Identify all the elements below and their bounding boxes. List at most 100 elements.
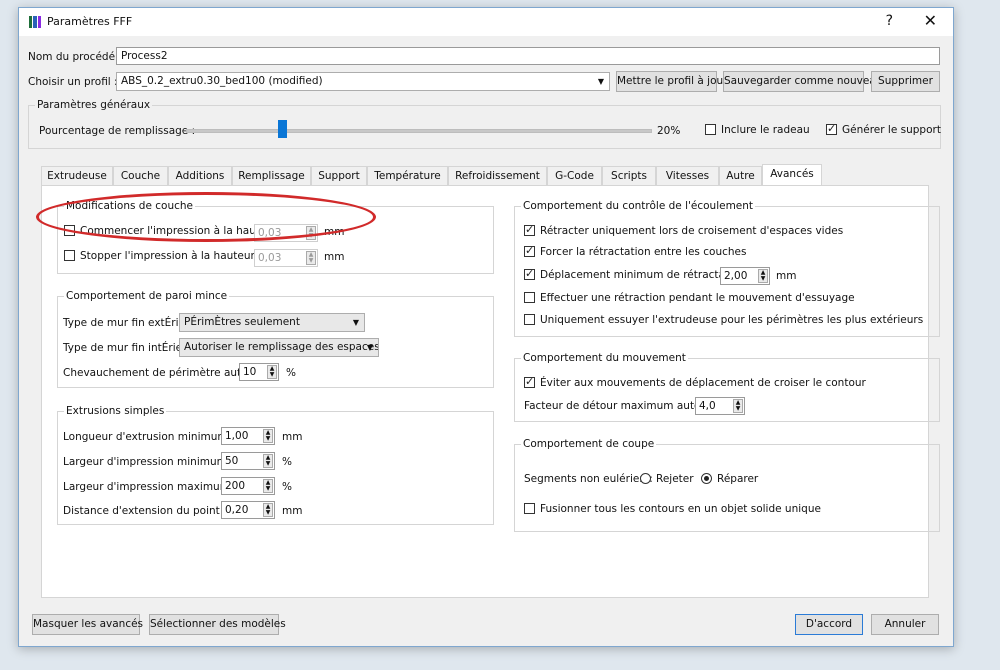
spin-arrows-icon[interactable]: ▲ ▼ (733, 399, 743, 413)
simple-extrusions-group: Extrusions simples Longueur d'extrusion … (57, 405, 494, 525)
stop-height-spinbox[interactable]: 0,03 ▲ ▼ (254, 249, 318, 267)
spin-arrows-icon[interactable]: ▲ ▼ (263, 454, 273, 468)
repair-radio[interactable] (701, 473, 712, 484)
movement-group: Comportement du mouvement Éviter aux mou… (514, 352, 940, 422)
thin-wall-group: Comportement de paroi mince Type de mur … (57, 290, 494, 388)
fill-percentage-label: Pourcentage de remplissage : (39, 125, 196, 137)
merge-contours-checkbox[interactable] (524, 503, 535, 514)
retract-crossing-label: Rétracter uniquement lors de croisement … (540, 225, 844, 237)
tab-couche[interactable]: Couche (113, 166, 168, 186)
wipe-outer-checkbox[interactable] (524, 314, 535, 325)
min-extrusion-length-spinbox[interactable]: 1,00 ▲ ▼ (221, 427, 275, 445)
tab-avances[interactable]: Avancés (762, 164, 822, 187)
select-models-button[interactable]: Sélectionner des modèles (149, 614, 286, 635)
force-retract-checkbox[interactable] (524, 244, 535, 257)
min-print-width-value: 50 (225, 455, 239, 467)
hide-advanced-button[interactable]: Masquer les avancés (32, 614, 143, 635)
force-retract-label: Forcer la rétractation entre les couches (540, 246, 747, 258)
detour-label: Facteur de détour maximum autorisé (524, 400, 720, 412)
tab-extrudeuse[interactable]: Extrudeuse (41, 166, 113, 186)
outer-wall-select[interactable]: PÉrimÈtres seulement ▼ (179, 313, 365, 332)
min-retract-spinbox[interactable]: 2,00 ▲ ▼ (720, 267, 770, 285)
update-profile-button[interactable]: Mettre le profil à jour (616, 71, 727, 92)
spin-arrows-icon[interactable]: ▲ ▼ (267, 365, 277, 379)
max-print-width-unit: % (282, 481, 292, 493)
endpoint-extension-unit: mm (282, 505, 303, 517)
support-checkbox[interactable] (826, 122, 837, 135)
inner-wall-select[interactable]: Autoriser le remplissage des espaces ▼ (179, 338, 379, 357)
thin-wall-title: Comportement de paroi mince (64, 290, 230, 302)
window-title: Paramètres FFF (47, 15, 133, 28)
wipe-retract-label: Effectuer une rétraction pendant le mouv… (540, 292, 855, 304)
tab-vitesses[interactable]: Vitesses (656, 166, 719, 186)
reject-label: Rejeter (656, 473, 694, 485)
merge-contours-label: Fusionner tous les contours en un objet … (540, 503, 821, 515)
repair-label: Réparer (717, 473, 759, 485)
min-extrusion-length-unit: mm (282, 431, 303, 443)
reject-radio[interactable] (640, 473, 651, 484)
max-print-width-value: 200 (225, 480, 246, 492)
overlap-spinbox[interactable]: 10 ▲ ▼ (239, 363, 279, 381)
min-retract-value: 2,00 (724, 270, 748, 282)
tab-gcode[interactable]: G-Code (547, 166, 602, 186)
overlap-label: Chevauchement de périmètre autorisé (63, 367, 267, 379)
outer-wall-label: Type de mur fin extÉrieur (63, 317, 196, 329)
save-as-new-button[interactable]: Sauvegarder comme nouveau (723, 71, 882, 92)
max-print-width-spinbox[interactable]: 200 ▲ ▼ (221, 477, 275, 495)
tab-scripts[interactable]: Scripts (602, 166, 656, 186)
tab-additions[interactable]: Additions (168, 166, 232, 186)
inner-wall-label: Type de mur fin intÉrieur (63, 342, 194, 354)
delete-button[interactable]: Supprimer (871, 71, 940, 92)
spin-arrows-icon[interactable]: ▲ ▼ (263, 429, 273, 443)
detour-spinbox[interactable]: 4,0 ▲ ▼ (695, 397, 745, 415)
raft-checkbox[interactable] (705, 124, 716, 135)
retract-crossing-checkbox[interactable] (524, 223, 535, 236)
avoid-crossing-label: Éviter aux mouvements de déplacement de … (540, 377, 866, 389)
flow-control-group: Comportement du contrôle de l'écoulement… (514, 200, 940, 337)
min-retract-checkbox[interactable] (524, 267, 535, 280)
spin-arrows-icon[interactable]: ▲ ▼ (758, 269, 768, 283)
min-retract-unit: mm (776, 270, 797, 282)
tab-autre[interactable]: Autre (719, 166, 762, 186)
wipe-retract-checkbox[interactable] (524, 292, 535, 303)
close-icon[interactable]: ✕ (924, 11, 937, 30)
spin-arrows-icon[interactable]: ▲ ▼ (306, 251, 316, 265)
help-icon[interactable]: ? (886, 13, 893, 29)
app-icon (29, 16, 41, 28)
profile-select-value: ABS_0.2_extru0.30_bed100 (modified) (121, 75, 323, 87)
inner-wall-value: Autoriser le remplissage des espaces (184, 341, 379, 353)
simple-extrusions-title: Extrusions simples (64, 405, 167, 417)
cut-group: Comportement de coupe Segments non eulér… (514, 438, 940, 532)
tab-refroidissement[interactable]: Refroidissement (448, 166, 547, 186)
endpoint-extension-spinbox[interactable]: 0,20 ▲ ▼ (221, 501, 275, 519)
detour-value: 4,0 (699, 400, 716, 412)
tab-remplissage[interactable]: Remplissage (232, 166, 311, 186)
flow-control-title: Comportement du contrôle de l'écoulement (521, 200, 756, 212)
spin-arrows-icon[interactable]: ▲ ▼ (263, 479, 273, 493)
chevron-down-icon: ▼ (352, 318, 359, 327)
avoid-crossing-checkbox[interactable] (524, 375, 535, 388)
process-name-input[interactable]: Process2 (116, 47, 940, 65)
chevron-down-icon: ▼ (597, 77, 604, 86)
stop-height-unit: mm (324, 251, 345, 263)
min-print-width-spinbox[interactable]: 50 ▲ ▼ (221, 452, 275, 470)
general-settings-title: Paramètres généraux (35, 99, 153, 111)
title-bar: Paramètres FFF ? ✕ (19, 8, 953, 36)
advanced-panel: Modifications de couche Commencer l'impr… (41, 185, 940, 598)
cut-title: Comportement de coupe (521, 438, 657, 450)
endpoint-extension-value: 0,20 (225, 504, 249, 516)
ok-button[interactable]: D'accord (795, 614, 863, 635)
tab-support[interactable]: Support (311, 166, 367, 186)
min-print-width-unit: % (282, 456, 292, 468)
stop-height-checkbox[interactable] (64, 250, 75, 261)
profile-select[interactable]: ABS_0.2_extru0.30_bed100 (modified) ▼ (116, 72, 610, 91)
fill-slider-track[interactable] (186, 129, 652, 133)
fff-settings-dialog: Paramètres FFF ? ✕ Nom du procédé : Proc… (18, 7, 954, 647)
fill-percentage-value: 20% (657, 125, 681, 137)
fill-slider-handle[interactable] (278, 120, 287, 138)
tab-temperature[interactable]: Température (367, 166, 448, 186)
segments-label: Segments non eulérien : (524, 473, 653, 485)
cancel-button[interactable]: Annuler (871, 614, 939, 635)
spin-arrows-icon[interactable]: ▲ ▼ (263, 503, 273, 517)
endpoint-extension-label: Distance d'extension du point final (63, 505, 246, 517)
